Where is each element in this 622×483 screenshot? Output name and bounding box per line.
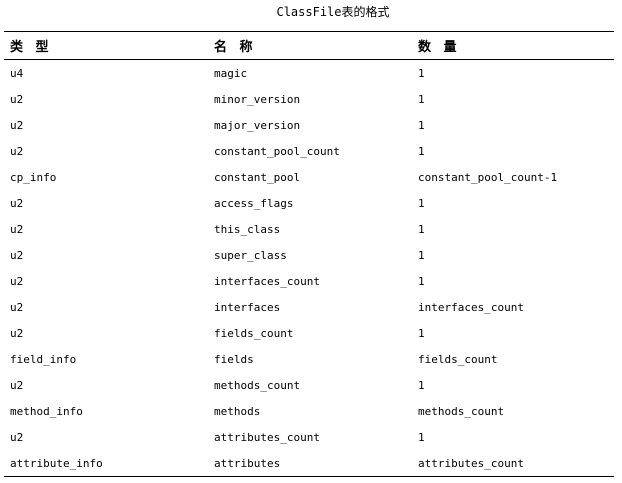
table-row: u2 super_class 1 [4, 242, 614, 268]
table-row: u2 minor_version 1 [4, 86, 614, 112]
cell-type: u2 [10, 378, 24, 392]
cell-name: constant_pool_count [214, 144, 340, 158]
table-row: u2 interfaces_count 1 [4, 268, 614, 294]
cell-quantity: 1 [418, 326, 425, 340]
header-quantity: 数 量 [418, 40, 461, 55]
cell-name: fields [214, 352, 254, 366]
cell-name: interfaces_count [214, 274, 320, 288]
table-row: u2 methods_count 1 [4, 372, 614, 398]
cell-quantity: constant_pool_count-1 [418, 170, 558, 184]
cell-name: super_class [214, 248, 287, 262]
cell-name: constant_pool [214, 170, 301, 184]
header-type: 类 型 [10, 40, 53, 55]
cell-name: this_class [214, 222, 281, 236]
cell-quantity: methods_count [418, 404, 505, 418]
cell-quantity: 1 [418, 222, 425, 236]
header-name: 名 称 [214, 40, 257, 55]
cell-quantity: 1 [418, 66, 425, 80]
cell-name: methods_count [214, 378, 301, 392]
cell-quantity: attributes_count [418, 456, 524, 470]
cell-quantity: 1 [418, 378, 425, 392]
table-row: u2 fields_count 1 [4, 320, 614, 346]
cell-type: u4 [10, 66, 24, 80]
table-row: u2 this_class 1 [4, 216, 614, 242]
cell-name: minor_version [214, 92, 301, 106]
cell-type: u2 [10, 92, 24, 106]
table-row: u2 interfaces interfaces_count [4, 294, 614, 320]
table-row: u2 access_flags 1 [4, 190, 614, 216]
cell-quantity: interfaces_count [418, 300, 524, 314]
table-row: field_info fields fields_count [4, 346, 614, 372]
cell-quantity: 1 [418, 248, 425, 262]
cell-name: fields_count [214, 326, 294, 340]
cell-type: method_info [10, 404, 83, 418]
header-row: 类 型 名 称 数 量 [4, 31, 614, 60]
cell-quantity: 1 [418, 430, 425, 444]
cell-type: field_info [10, 352, 77, 366]
table-header: 类 型 名 称 数 量 [4, 31, 614, 60]
cell-type: u2 [10, 144, 24, 158]
cell-name: access_flags [214, 196, 294, 210]
cell-name: attributes_count [214, 430, 320, 444]
cell-quantity: 1 [418, 196, 425, 210]
cell-name: magic [214, 66, 248, 80]
cell-type: u2 [10, 196, 24, 210]
cell-type: u2 [10, 118, 24, 132]
cell-type: u2 [10, 248, 24, 262]
cell-name: methods [214, 404, 261, 418]
cell-quantity: 1 [418, 274, 425, 288]
cell-quantity: 1 [418, 144, 425, 158]
cell-quantity: 1 [418, 118, 425, 132]
table-body: u4 magic 1 u2 minor_version 1 u2 major_version 1… [4, 60, 614, 477]
cell-type: cp_info [10, 170, 57, 184]
cell-name: major_version [214, 118, 301, 132]
cell-quantity: fields_count [418, 352, 498, 366]
cell-type: u2 [10, 300, 24, 314]
table-row: attribute_info attributes attributes_count [4, 450, 614, 477]
cell-type: attribute_info [10, 456, 103, 470]
cell-type: u2 [10, 326, 24, 340]
cell-type: u2 [10, 430, 24, 444]
classfile-format-table: 类 型 名 称 数 量 u4 magic 1 u2 minor_version 1 u2 ma… [4, 31, 614, 477]
cell-quantity: 1 [418, 92, 425, 106]
cell-type: u2 [10, 222, 24, 236]
table-row: method_info methods methods_count [4, 398, 614, 424]
cell-type: u2 [10, 274, 24, 288]
cell-name: interfaces [214, 300, 281, 314]
table-caption: ClassFile表的格式 [276, 5, 390, 19]
table-row: u2 attributes_count 1 [4, 424, 614, 450]
table-row: u4 magic 1 [4, 60, 614, 87]
table-row: u2 major_version 1 [4, 112, 614, 138]
table-row: u2 constant_pool_count 1 [4, 138, 614, 164]
cell-name: attributes [214, 456, 281, 470]
table-row: cp_info constant_pool constant_pool_count-… [4, 164, 614, 190]
